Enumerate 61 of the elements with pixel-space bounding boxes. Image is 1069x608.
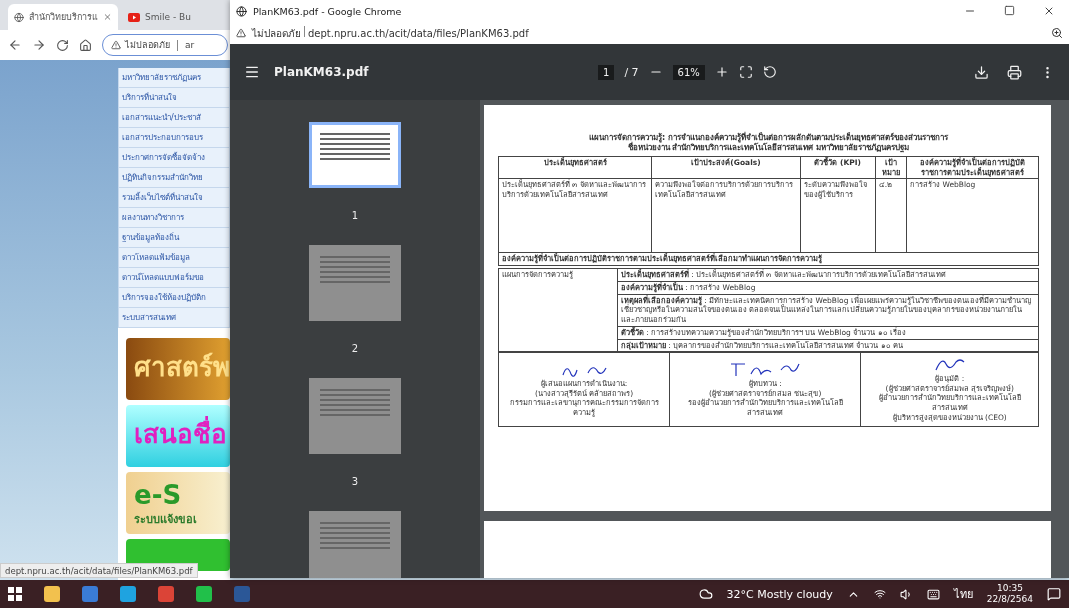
file-name: PlanKM63.pdf (274, 65, 370, 79)
browser-tab[interactable]: สำนักวิทยบริการแ (8, 4, 118, 30)
warning-icon (236, 28, 246, 38)
page-thumbnail[interactable] (309, 245, 401, 321)
zoom-icon[interactable] (1051, 27, 1063, 39)
page-label: 1 (351, 210, 359, 221)
cloud-icon (698, 587, 713, 601)
window-title: PlanKM63.pdf - Google Chrome (253, 5, 402, 17)
zoom-in-icon[interactable] (714, 65, 729, 79)
browser-tab[interactable]: Smile - Bu (122, 4, 218, 30)
menu-link[interactable]: ฐานข้อมูลท้องถิ่น (118, 228, 230, 248)
menu-link[interactable]: เอกสารแนะนำ/ประชาสั (118, 108, 230, 128)
menu-link[interactable]: ปฏิทินกิจกรรมสำนักวิทย (118, 168, 230, 188)
video-icon (128, 12, 140, 22)
menu-link[interactable]: ประกาศการจัดซื้อจัดจ้าง (118, 148, 230, 168)
menu-link[interactable]: ดาวน์โหลดแบบฟอร์มขอ (118, 268, 230, 288)
page-label: 3 (351, 476, 359, 487)
globe-icon (14, 11, 24, 23)
warning-icon (111, 40, 121, 50)
notification-icon[interactable] (1047, 587, 1061, 601)
rotate-icon[interactable] (762, 65, 777, 79)
close-icon[interactable] (1043, 5, 1055, 17)
menu-link[interactable]: บริการที่น่าสนใจ (118, 88, 230, 108)
menu-link[interactable]: รวมลิ้งเว็บไซต์ที่น่าสนใจ (118, 188, 230, 208)
menu-icon[interactable] (244, 64, 260, 80)
link-url-tooltip: dept.npru.ac.th/acit/data/files/PlanKM63.pdf (0, 563, 198, 578)
page-label: 2 (351, 343, 359, 354)
banner[interactable]: e-S ระบบแจ้งขอเ (126, 472, 230, 534)
page-total: / 7 (624, 65, 639, 79)
speaker-icon[interactable] (899, 587, 913, 601)
windows-start-icon[interactable] (8, 587, 22, 601)
address-field[interactable]: ไม่ปลอดภัย dept.npru.ac.th/acit/data/files/PlanKM63.pdf (252, 25, 529, 41)
network-icon[interactable] (873, 588, 886, 600)
page-number-field[interactable]: 1 (598, 64, 615, 80)
print-icon[interactable] (1007, 64, 1022, 80)
zoom-field[interactable]: 61% (672, 64, 705, 80)
menu-link[interactable]: ดาวโหลดแฟ้มข้อมูล (118, 248, 230, 268)
signature-drawing (934, 356, 965, 372)
clock[interactable]: 10:35 22/8/2564 (986, 581, 1033, 607)
download-icon[interactable] (974, 64, 989, 80)
document-title: แผนการจัดการความรู้: การจำแนกองค์ความรู้ที่จำเป็นต่อการผลักดันตามประเด็นยุทธศาสตร์ของส่วนราชการ (588, 133, 949, 143)
weather-text[interactable]: 32°C Mostly cloudy (726, 587, 833, 601)
reload-icon[interactable] (56, 38, 69, 52)
fit-page-icon[interactable] (738, 65, 753, 79)
home-icon[interactable] (79, 38, 92, 52)
keyboard-icon[interactable] (926, 587, 940, 601)
signature-drawing (729, 361, 801, 377)
menu-link[interactable]: ระบบสารสนเทศ (118, 308, 230, 328)
maximize-icon[interactable] (1004, 5, 1015, 16)
forward-icon[interactable] (32, 38, 46, 52)
page-thumbnail[interactable] (309, 378, 401, 454)
language-indicator[interactable]: ไทย (953, 585, 973, 603)
back-icon[interactable] (8, 38, 22, 52)
document-subtitle: ชื่อหน่วยงาน สำนักวิทยบริการและเทคโนโลยีสารสนเทศ มหาวิทยาลัยราชภัฏนครปฐม (627, 143, 910, 154)
menu-link[interactable]: เอกสารประกอบการอบร (118, 128, 230, 148)
globe-icon (236, 5, 247, 17)
menu-link[interactable]: บริการจองใช้ห้องปฏิบัติก (118, 288, 230, 308)
page-thumbnail[interactable] (309, 511, 401, 578)
page-thumbnail[interactable] (309, 122, 401, 188)
menu-link[interactable]: มหาวิทยาลัยราชภัฏนคร (118, 68, 230, 88)
menu-link[interactable]: ผลงานทางวิชาการ (118, 208, 230, 228)
